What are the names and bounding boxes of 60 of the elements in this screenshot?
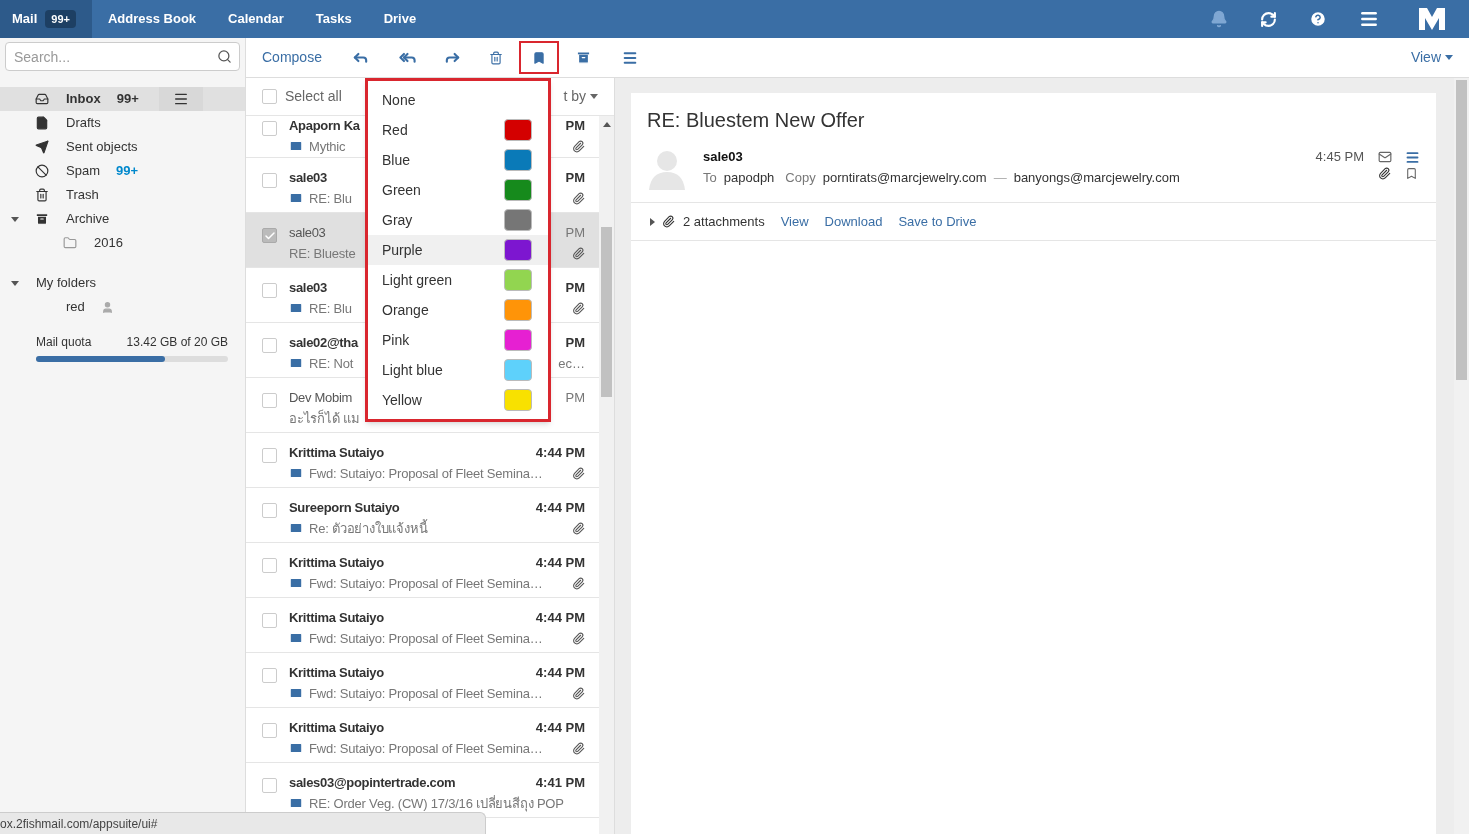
to-label: To [703,168,717,187]
sender-name: Dev Mobim [289,389,353,407]
sender-name: Krittima Sutaiyo [289,444,384,462]
message-subject: RE: Blueste [289,244,356,263]
sender-name: sale03 [289,169,327,187]
quota-reading: 13.42 GB of 20 GB [126,334,228,351]
folder-label: Spam [66,162,100,181]
message-time: 4:44 PM [535,554,585,572]
folder-label: Inbox [66,90,101,109]
folder-label: Sent objects [66,138,138,157]
message-time: 4:44 PM [535,664,585,682]
copy-label: Copy [785,168,816,187]
sender-name: Krittima Sutaiyo [289,664,384,682]
message-time: PM [565,117,585,135]
url-tooltip: ox.2fishmail.com/appsuite/ui# [0,812,486,834]
message-time: 4:44 PM [535,444,585,462]
message-time: 4:44 PM [535,499,585,517]
quota-label: Mail quota [36,334,92,351]
message-subject: อะไรก็ได้ แม [289,408,360,428]
folder-label: Trash [66,186,99,205]
folder-label: Drafts [66,114,101,133]
message-time: 4:44 PM [535,719,585,737]
message-subject: Fwd: Sutaiyo: Proposal of Fleet Semina… [309,684,543,703]
unread-count: 99+ [116,90,139,109]
unread-badge: 99+ [45,9,76,29]
sender-name: sales03@popintertrade.com [289,774,456,792]
sender-name: sale03 [703,148,744,166]
message-subject: Re: ตัวอย่างใบแจ้งหนี้ [309,518,428,538]
message-time: 4:41 PM [535,774,585,792]
message-time: PM [565,224,585,242]
folder-label: 2016 [94,234,123,253]
sender-name: Sureeporn Sutaiyo [289,499,400,517]
sender-name: sale03 [289,224,326,242]
folder-label: Archive [66,210,110,229]
message-subject: Fwd: Sutaiyo: Proposal of Fleet Semina… [309,739,543,758]
sender-name: Krittima Sutaiyo [289,719,384,737]
separator: — [993,168,1007,187]
message-subject: RE: Blu [309,189,352,208]
message-time: PM [565,279,585,297]
message-time: 4:45 PM [1315,148,1364,166]
sender-name: Krittima Sutaiyo [289,609,384,627]
message-subject: Fwd: Sutaiyo: Proposal of Fleet Semina… [309,574,543,593]
folder-label: red [66,298,85,317]
sender-name: sale03 [289,279,327,297]
message-time: PM [565,334,585,352]
sender-name: sale02@tha [289,334,358,352]
message-subject: RE: Order Veg. (CW) 17/3/16 เปลี่ยนสีถุง POP [309,794,564,813]
message-subject: RE: Blu [309,299,352,318]
message-time: PM [565,389,585,407]
message-subject: Fwd: Sutaiyo: Proposal of Fleet Semina… [309,629,543,648]
sender-name: Apaporn Ka [289,117,360,135]
message-time: PM [565,169,585,187]
message-subject: RE: Not [309,354,354,373]
sender-name: Krittima Sutaiyo [289,554,384,572]
message-subject: Fwd: Sutaiyo: Proposal of Fleet Semina… [309,464,543,483]
message-subject: Mythic [309,137,346,156]
message-time: 4:44 PM [535,609,585,627]
message-subject-heading: RE: Bluestem New Offer [646,108,866,133]
message-subject: ec… [558,354,585,373]
unread-count: 99+ [115,162,139,181]
